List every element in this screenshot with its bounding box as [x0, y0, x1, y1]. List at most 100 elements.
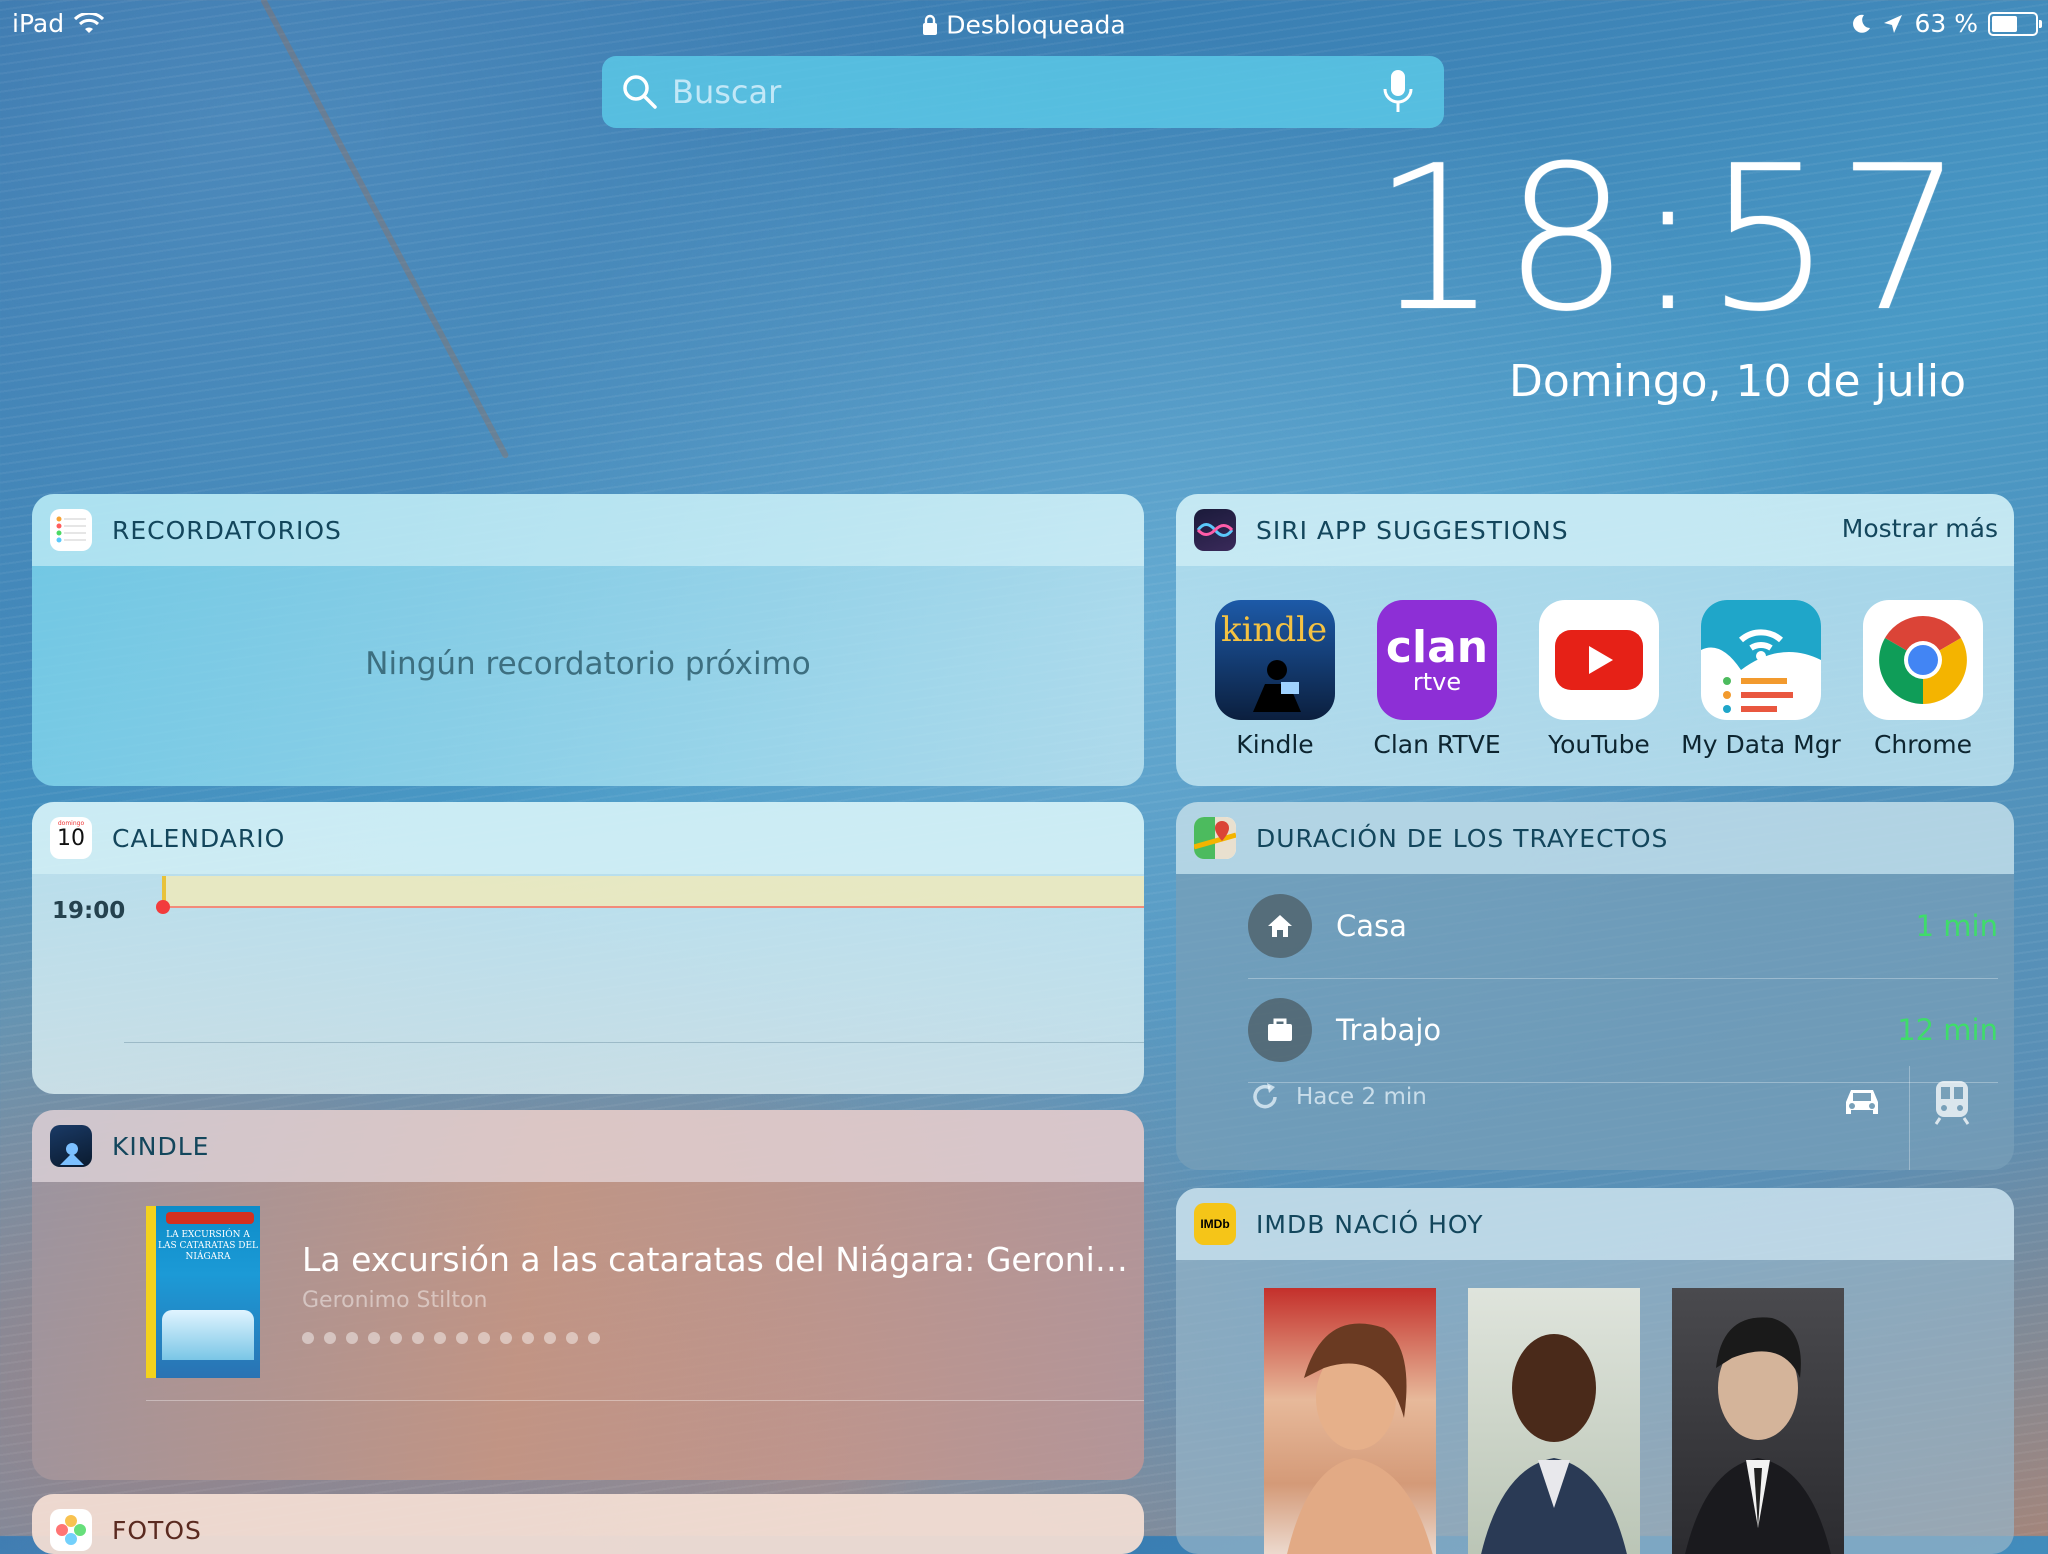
route-time: 1 min [1915, 909, 1998, 943]
my-data-mgr-app-icon [1701, 600, 1821, 720]
reminders-header[interactable]: RECORDATORIOS [32, 494, 1144, 566]
kindle-widget[interactable]: KINDLE LA EXCURSIÓN A LAS CATARATAS DEL … [32, 1110, 1144, 1480]
rtve-wordmark: rtve [1412, 668, 1462, 696]
progress-dot [302, 1332, 314, 1344]
status-center: Desbloqueada [0, 9, 2048, 40]
book-cover-image[interactable]: LA EXCURSIÓN A LAS CATARATAS DEL NIÁGARA [146, 1206, 260, 1378]
suggested-app-kindle[interactable]: kindle Kindle [1214, 600, 1336, 759]
search-bar[interactable] [602, 56, 1444, 128]
progress-dot [522, 1332, 534, 1344]
calendar-header[interactable]: domingo 10 CALENDARIO [32, 802, 1144, 874]
suggested-app-label: YouTube [1548, 730, 1650, 759]
car-icon[interactable] [1840, 1082, 1884, 1122]
suggested-app-clan-rtve[interactable]: clan rtve Clan RTVE [1373, 600, 1501, 759]
route-name: Casa [1336, 909, 1407, 943]
reminders-app-icon [50, 509, 92, 551]
kindle-separator [146, 1400, 1144, 1401]
suggested-app-label: My Data Mgr [1681, 730, 1841, 759]
siri-suggestions-widget[interactable]: SIRI APP SUGGESTIONS Mostrar más kindle … [1176, 494, 2014, 786]
imdb-photos [1264, 1288, 1844, 1554]
book-author: Geronimo Stilton [302, 1288, 488, 1313]
kindle-widget-icon [50, 1125, 92, 1167]
reminders-widget[interactable]: RECORDATORIOS Ningún recordatorio próxim… [32, 494, 1144, 786]
calendar-icon-day-number: 10 [57, 826, 85, 851]
kindle-header[interactable]: KINDLE [32, 1110, 1144, 1182]
book-cover-text: LA EXCURSIÓN A LAS CATARATAS DEL NIÁGARA [158, 1230, 258, 1262]
wallpaper-streak [260, 0, 510, 460]
suggested-app-label: Chrome [1873, 730, 1973, 759]
progress-dot [390, 1332, 402, 1344]
clock-date: Domingo, 10 de julio [1508, 356, 1966, 407]
moon-icon [1853, 14, 1871, 33]
clan-wordmark: clan [1385, 622, 1489, 673]
suggested-app-youtube[interactable]: YouTube [1538, 600, 1660, 759]
current-time-dot [156, 900, 170, 914]
actor-photo-1[interactable] [1264, 1288, 1436, 1554]
maps-app-icon [1194, 817, 1236, 859]
refresh-button[interactable]: Hace 2 min [1248, 1080, 1427, 1114]
imdb-title: IMDB NACIÓ HOY [1256, 1209, 1484, 1239]
photos-app-icon [50, 1509, 92, 1551]
maps-title: DURACIÓN DE LOS TRAYECTOS [1256, 823, 1669, 853]
suggested-app-my-data-mgr[interactable]: My Data Mgr [1681, 600, 1841, 759]
route-work[interactable]: Trabajo 12 min [1248, 978, 1998, 1083]
travel-times-widget[interactable]: DURACIÓN DE LOS TRAYECTOS Casa 1 min Tra… [1176, 802, 2014, 1170]
siri-icon [1194, 509, 1236, 551]
suggested-apps: kindle Kindle clan rtve Clan RTVE YouTub… [1214, 600, 1984, 759]
imdb-header[interactable]: IMDb IMDB NACIÓ HOY [1176, 1188, 2014, 1260]
imdb-app-icon: IMDb [1194, 1203, 1236, 1245]
show-more-button[interactable]: Mostrar más [1842, 514, 1998, 543]
progress-dot [566, 1332, 578, 1344]
calendar-title: CALENDARIO [112, 823, 286, 853]
reminders-empty-text: Ningún recordatorio próximo [365, 646, 811, 682]
book-cover-logo [166, 1212, 254, 1224]
search-input[interactable] [670, 72, 1378, 112]
calendar-widget[interactable]: domingo 10 CALENDARIO 19:00 [32, 802, 1144, 1094]
transit-icon[interactable] [1930, 1078, 1974, 1126]
suggested-app-label: Clan RTVE [1373, 730, 1501, 759]
chrome-app-icon [1863, 600, 1983, 720]
mode-divider [1909, 1066, 1910, 1170]
calendar-app-icon: domingo 10 [50, 817, 92, 859]
route-name: Trabajo [1336, 1013, 1442, 1047]
fotos-title: FOTOS [112, 1515, 202, 1545]
battery-fill [1992, 15, 2018, 32]
reminders-title: RECORDATORIOS [112, 515, 342, 545]
route-time: 12 min [1897, 1013, 1998, 1047]
status-right: 63 % [1850, 9, 2042, 38]
clock-time: 18:57 [1371, 123, 1968, 356]
microphone-icon[interactable] [1378, 67, 1418, 117]
refresh-icon [1253, 1083, 1277, 1109]
fotos-header[interactable]: FOTOS [32, 1494, 1144, 1554]
calendar-event-bar[interactable] [162, 876, 1144, 908]
progress-dot [434, 1332, 446, 1344]
progress-dot [544, 1332, 556, 1344]
current-time-line [164, 906, 1144, 908]
progress-dot [324, 1332, 336, 1344]
kindle-app-icon: kindle [1215, 600, 1335, 720]
status-bar: iPad Desbloqueada 63 % [0, 0, 2048, 48]
progress-dot [478, 1332, 490, 1344]
progress-dot [368, 1332, 380, 1344]
fotos-widget[interactable]: FOTOS [32, 1494, 1144, 1554]
actor-photo-2[interactable] [1468, 1288, 1640, 1554]
book-title[interactable]: La excursión a las cataratas del Niágara… [302, 1240, 1132, 1279]
location-arrow-icon [1884, 14, 1903, 33]
battery-icon [1988, 11, 2042, 36]
search-icon [623, 75, 657, 109]
briefcase-icon [1248, 998, 1312, 1062]
progress-dot [500, 1332, 512, 1344]
actor-photo-3[interactable] [1672, 1288, 1844, 1554]
suggested-app-chrome[interactable]: Chrome [1862, 600, 1984, 759]
imdb-widget[interactable]: IMDb IMDB NACIÓ HOY [1176, 1188, 2014, 1554]
home-icon [1248, 894, 1312, 958]
battery-percent: 63 % [1914, 9, 1978, 38]
book-cover-waterfall [162, 1310, 254, 1360]
lock-icon [923, 14, 938, 35]
progress-dot [412, 1332, 424, 1344]
maps-header[interactable]: DURACIÓN DE LOS TRAYECTOS [1176, 802, 2014, 874]
progress-dot [588, 1332, 600, 1344]
clan-rtve-app-icon: clan rtve [1377, 600, 1497, 720]
route-home[interactable]: Casa 1 min [1248, 874, 1998, 979]
reading-progress-dots [302, 1332, 600, 1344]
